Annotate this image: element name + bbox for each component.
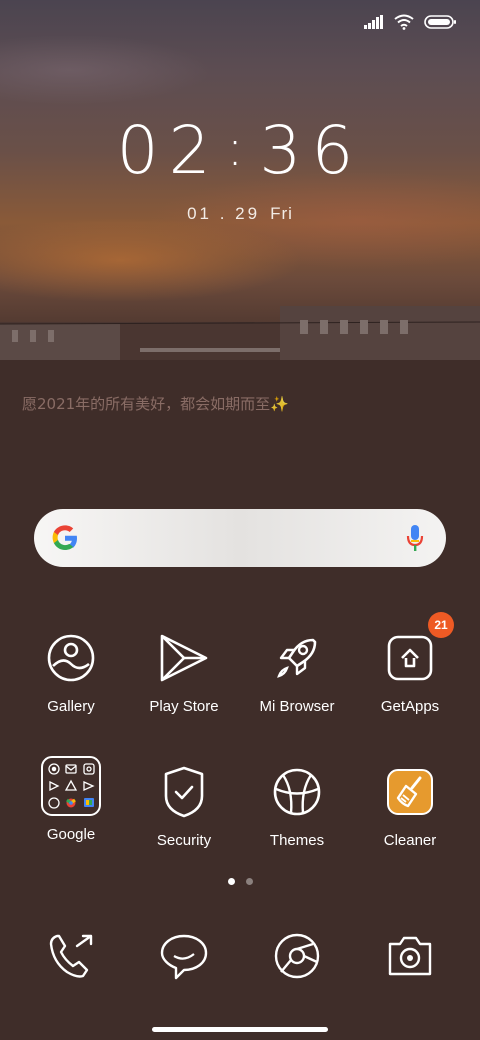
mic-icon[interactable]	[406, 524, 424, 552]
app-label: Gallery	[47, 698, 95, 715]
app-label: GetApps	[380, 698, 440, 715]
app-label: Cleaner	[383, 832, 437, 849]
app-getapps[interactable]: 21 GetApps	[354, 612, 466, 715]
home-indicator[interactable]	[152, 1027, 328, 1032]
themes-icon	[273, 768, 321, 816]
broom-icon	[387, 769, 433, 815]
clock-colon: :	[226, 119, 254, 177]
browser-icon[interactable]	[273, 932, 321, 980]
notification-badge: 21	[428, 612, 454, 638]
app-mi-browser[interactable]: Mi Browser	[241, 628, 353, 715]
wallpaper-buildings	[0, 306, 480, 360]
camera-icon[interactable]	[386, 932, 434, 980]
rocket-icon	[277, 638, 317, 678]
getapps-icon	[387, 635, 433, 681]
page-dot-active[interactable]	[227, 878, 235, 885]
google-g-icon	[52, 525, 77, 550]
gallery-icon	[47, 634, 95, 682]
play-store-icon	[160, 634, 208, 682]
app-label: Google	[46, 826, 96, 843]
app-label: Mi Browser	[259, 698, 335, 715]
app-security[interactable]: Security	[128, 762, 240, 849]
app-cleaner[interactable]: Cleaner	[354, 762, 466, 849]
app-label: Play Store	[149, 698, 219, 715]
date-text: 01 . 29	[187, 204, 261, 223]
battery-icon	[424, 15, 456, 29]
message-icon[interactable]	[160, 932, 208, 980]
shield-check-icon	[164, 766, 204, 818]
signature-text: 愿2021年的所有美好，都会如期而至✨	[22, 395, 289, 413]
app-themes[interactable]: Themes	[241, 762, 353, 849]
clock-widget[interactable]: 02:36	[0, 112, 480, 189]
signal-icon	[364, 15, 383, 29]
date-widget[interactable]: 01 . 29 Fri	[0, 204, 480, 224]
folder-google[interactable]: Google	[15, 756, 127, 843]
google-search-bar[interactable]	[34, 509, 446, 567]
page-dot[interactable]	[245, 878, 253, 885]
phone-icon[interactable]	[47, 932, 95, 980]
app-label: Themes	[269, 832, 325, 849]
page-indicator[interactable]	[0, 878, 480, 885]
clock-minutes: 36	[259, 112, 364, 189]
wifi-icon	[394, 14, 414, 30]
app-gallery[interactable]: Gallery	[15, 628, 127, 715]
weekday-text: Fri	[270, 204, 293, 223]
app-label: Security	[156, 832, 212, 849]
status-bar	[364, 12, 456, 32]
google-folder-icon	[41, 756, 101, 816]
app-play-store[interactable]: Play Store	[128, 628, 240, 715]
clock-hours: 02	[116, 112, 221, 189]
